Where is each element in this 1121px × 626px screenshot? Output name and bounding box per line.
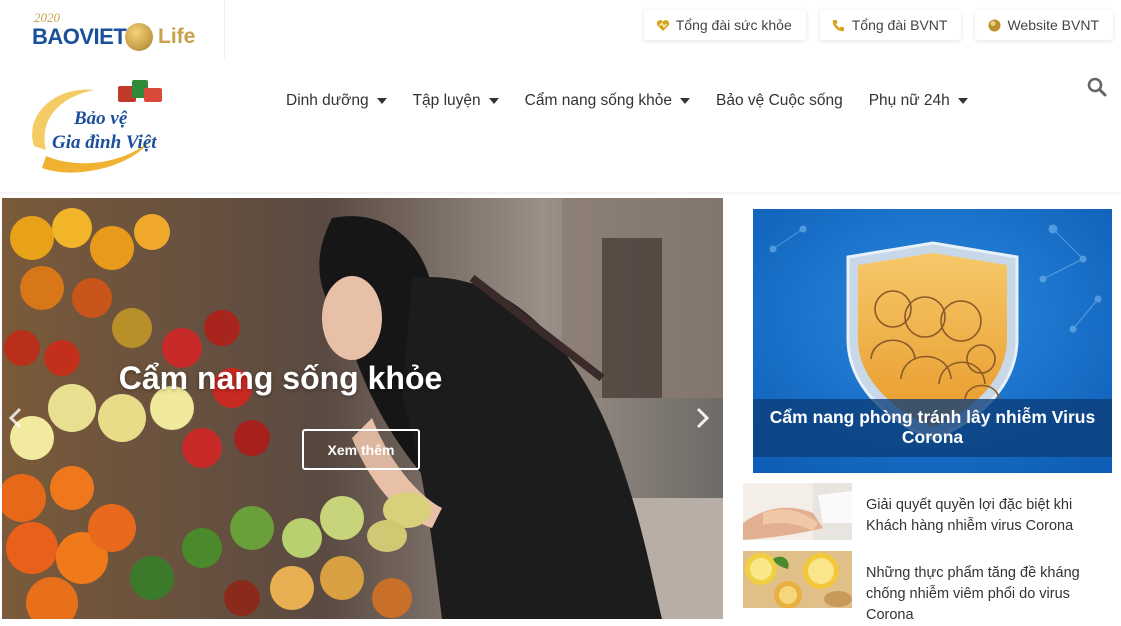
logo-line1: Bảo vệ [73,108,128,129]
brand-suffix: Life [158,25,196,48]
search-icon [1087,77,1107,97]
nav-item-bao-ve-cuoc-song[interactable]: Bảo vệ Cuộc sống [716,92,843,110]
chevron-left-icon [8,407,22,429]
globe-icon [987,18,1001,32]
news-title[interactable]: Giải quyết quyền lợi đặc biệt khi Khách … [866,495,1106,537]
news-thumbnail [743,483,852,540]
nav-item-label: Cẩm nang sống khỏe [524,92,673,109]
nav-item-label: Bảo vệ Cuộc sống [716,92,843,109]
featured-article-card[interactable]: Cẩm nang phòng tránh lây nhiễm Virus Cor… [753,209,1112,473]
caret-down-icon [376,98,387,104]
main-header: Bảo vệ Gia đình Việt Dinh dưỡng Tập luyệ… [0,58,1121,192]
bao-ve-gia-dinh-viet-logo[interactable]: Bảo vệ Gia đình Việt [24,76,174,180]
news-item[interactable]: Những thực phẩm tăng đề kháng chống nhiễ… [743,551,1113,623]
nav-item-cam-nang[interactable]: Cẩm nang sống khỏe [524,92,691,110]
slider-next-button[interactable] [692,406,712,430]
phone-icon [832,18,846,32]
nav-item-label: Phụ nữ 24h [868,92,950,109]
main-nav: Dinh dưỡng Tập luyện Cẩm nang sống khỏe … [286,92,968,110]
divider [224,0,225,58]
news-item[interactable]: Giải quyết quyền lợi đặc biệt khi Khách … [743,483,1113,545]
caret-down-icon [488,98,499,104]
logo-line2: Gia đình Việt [52,132,157,153]
search-button[interactable] [1086,76,1108,98]
caret-down-icon [680,98,691,104]
nav-item-phu-nu-24h[interactable]: Phụ nữ 24h [869,92,968,110]
featured-article-caption: Cẩm nang phòng tránh lây nhiễm Virus Cor… [753,399,1112,457]
website-bvnt-label: Website BVNT [1007,17,1099,33]
hero-title: Cẩm nang sống khỏe [118,360,443,396]
hotline-bvnt-link[interactable]: Tổng đài BVNT [819,10,962,40]
news-thumbnail [743,551,852,608]
brand-coin-icon [125,23,153,51]
brand-name: BAOVIET [32,24,127,49]
heart-icon [656,18,670,32]
website-bvnt-link[interactable]: Website BVNT [975,10,1113,40]
top-bar: 2020 BAOVIET Life Tổng đài sức khỏe Tổng… [0,0,1121,58]
news-title[interactable]: Những thực phẩm tăng đề kháng chống nhiễ… [866,563,1106,626]
nav-item-label: Dinh dưỡng [286,92,369,109]
hotline-health-link[interactable]: Tổng đài sức khỏe [643,10,806,40]
hotline-health-label: Tổng đài sức khỏe [675,17,792,33]
baoviet-life-logo[interactable]: 2020 BAOVIET Life [32,10,202,54]
hero-slider[interactable]: Cẩm nang sống khỏe Xem thêm [2,198,723,619]
hotline-bvnt-label: Tổng đài BVNT [851,17,948,33]
nav-item-label: Tập luyện [412,92,481,109]
nav-item-tap-luyen[interactable]: Tập luyện [413,92,499,110]
caret-down-icon [957,98,968,104]
hero-image [2,198,723,619]
chevron-right-icon [696,407,710,429]
top-links: Tổng đài sức khỏe Tổng đài BVNT Website … [643,10,1113,40]
slider-prev-button[interactable] [6,406,26,430]
nav-item-dinh-duong[interactable]: Dinh dưỡng [286,92,387,110]
hero-cta-button[interactable]: Xem thêm [302,429,420,470]
